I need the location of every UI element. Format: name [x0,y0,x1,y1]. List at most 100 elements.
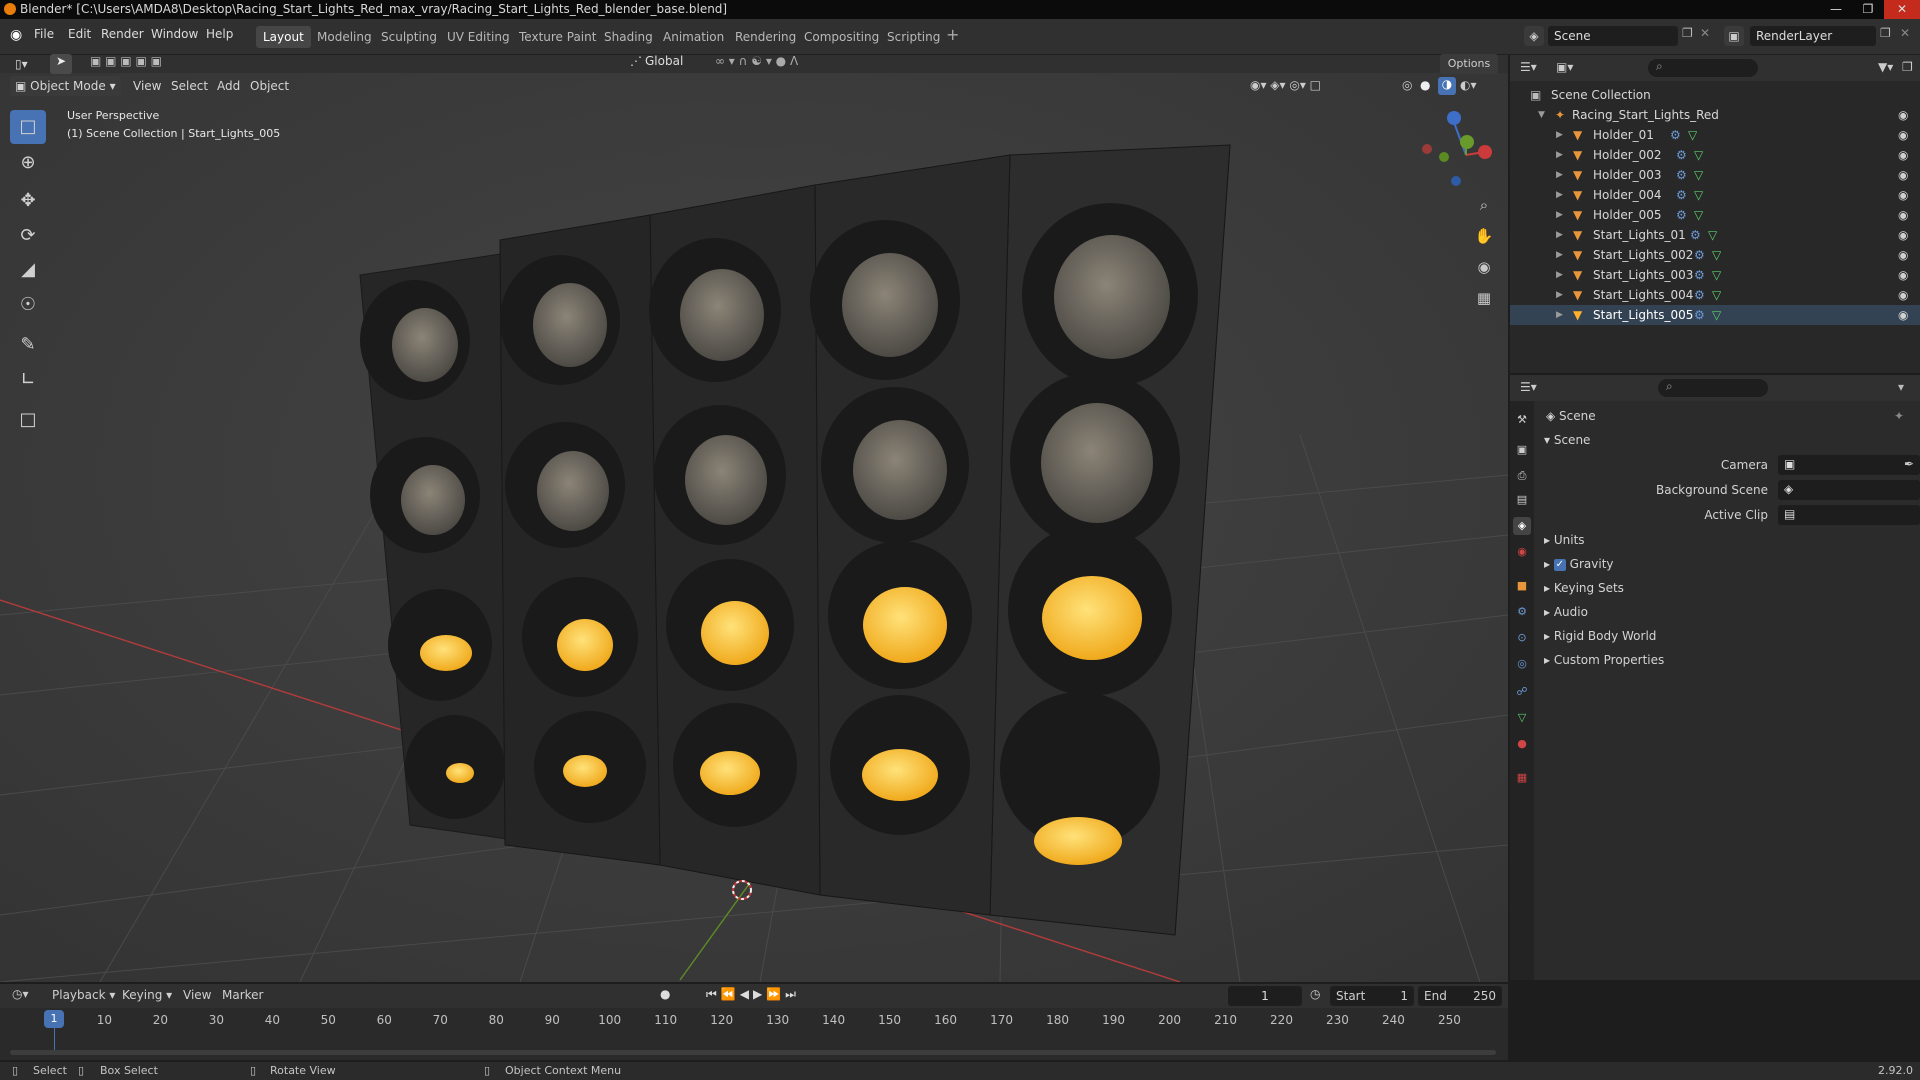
pin-icon[interactable]: ✦ [1894,409,1904,423]
chevron-down-icon[interactable]: ▾ [1898,380,1904,394]
data-tab-icon[interactable]: ▽ [1513,709,1531,727]
timeline-scrollbar[interactable] [10,1050,1496,1055]
close-icon[interactable]: ✕ [1884,0,1920,19]
expand-arrow-icon[interactable]: ▶ [1556,185,1563,205]
cursor-tool-icon[interactable]: ⊕ [10,146,46,180]
outliner-row-object[interactable]: ▶ ▼ Holder_004 ⚙ ▽ ◉ [1510,185,1920,205]
keying-sets-panel-header[interactable]: ▸ Keying Sets [1544,581,1624,595]
outliner-row-collection[interactable]: ▼ ✦ Racing_Start_Lights_Red ◉ [1510,105,1920,125]
scene-tab-icon[interactable]: ◈ [1513,517,1531,535]
new-collection-icon[interactable]: ❐ [1902,60,1913,74]
visibility-icons[interactable]: ◉▾ ◈▾ ◎▾ □ [1250,78,1321,92]
eye-icon[interactable]: ◉ [1898,265,1908,285]
background-scene-field[interactable]: ◈ [1778,480,1920,500]
shading-wireframe-icon[interactable]: ◎ [1402,78,1412,92]
camera-field[interactable]: ▣ ✒ [1778,455,1920,475]
move-tool-icon[interactable]: ✥ [10,184,46,218]
tab-animation[interactable]: Animation [656,26,731,48]
shading-solid-icon[interactable]: ● [1420,78,1430,92]
expand-arrow-icon[interactable]: ▶ [1556,145,1563,165]
editor-type-icon[interactable]: ▯▾ [10,54,33,74]
annotate-tool-icon[interactable]: ✎ [10,328,46,362]
menu-window[interactable]: Window [151,27,198,41]
output-tab-icon[interactable]: ⎙ [1513,467,1531,485]
outliner-row-object[interactable]: ▶ ▼ Start_Lights_002 ⚙ ▽ ◉ [1510,245,1920,265]
measure-tool-icon[interactable]: ∟ [10,363,46,397]
tab-sculpting[interactable]: Sculpting [374,26,444,48]
eye-icon[interactable]: ◉ [1898,245,1908,265]
menu-object[interactable]: Object [245,76,294,96]
outliner-row-scene-collection[interactable]: ▣ Scene Collection [1510,85,1920,105]
expand-arrow-icon[interactable]: ▼ [1538,105,1545,125]
ortho-grid-icon[interactable]: ▦ [1470,284,1498,312]
shading-rendered-icon[interactable]: ◐▾ [1460,78,1477,92]
modifier-tab-icon[interactable]: ⚙ [1513,603,1531,621]
physics-tab-icon[interactable]: ◎ [1513,655,1531,673]
properties-search-input[interactable]: ⌕ [1658,379,1768,397]
eye-icon[interactable]: ◉ [1898,205,1908,225]
expand-arrow-icon[interactable]: ▶ [1556,225,1563,245]
tab-texture-paint[interactable]: Texture Paint [512,26,603,48]
add-cube-tool-icon[interactable]: □ [10,403,46,437]
eye-icon[interactable]: ◉ [1898,145,1908,165]
object-tab-icon[interactable]: ■ [1513,577,1531,595]
camera-view-icon[interactable]: ◉ [1470,253,1498,281]
menu-file[interactable]: File [34,27,54,41]
tab-scripting[interactable]: Scripting [880,26,947,48]
menu-add[interactable]: Add [212,76,245,96]
rotate-tool-icon[interactable]: ⟳ [10,219,46,253]
scene-selector[interactable]: Scene [1548,26,1678,46]
expand-arrow-icon[interactable]: ▶ [1556,165,1563,185]
selection-mode-icons[interactable]: ▣ ▣ ▣ ▣ ▣ [90,54,162,68]
pivot-snap-icons[interactable]: ∞ ▾ ∩ ☯ ▾ ● Λ [715,54,798,68]
eye-icon[interactable]: ◉ [1898,165,1908,185]
menu-select[interactable]: Select [166,76,213,96]
tool-tab-icon[interactable]: ⚒ [1513,411,1531,429]
scene-panel-header[interactable]: ▾ Scene [1544,433,1590,447]
playhead[interactable]: 1 [44,1010,64,1028]
custom-properties-panel-header[interactable]: ▸ Custom Properties [1544,653,1664,667]
expand-arrow-icon[interactable]: ▶ [1556,125,1563,145]
outliner-row-object[interactable]: ▶ ▼ Start_Lights_003 ⚙ ▽ ◉ [1510,265,1920,285]
expand-arrow-icon[interactable]: ▶ [1556,285,1563,305]
render-layer-selector[interactable]: RenderLayer [1750,26,1876,46]
scale-tool-icon[interactable]: ◢ [10,253,46,287]
maximize-icon[interactable]: ❐ [1852,0,1884,19]
options-dropdown[interactable]: Options [1440,54,1498,74]
tab-modeling[interactable]: Modeling [310,26,379,48]
outliner-row-object[interactable]: ▶ ▼ Holder_002 ⚙ ▽ ◉ [1510,145,1920,165]
expand-arrow-icon[interactable]: ▶ [1556,265,1563,285]
tab-shading[interactable]: Shading [597,26,660,48]
eye-icon[interactable]: ◉ [1898,105,1908,125]
outliner-row-object[interactable]: ▶ ▼ Holder_003 ⚙ ▽ ◉ [1510,165,1920,185]
expand-arrow-icon[interactable]: ▶ [1556,205,1563,225]
delete-scene-icon[interactable]: ✕ [1700,26,1710,40]
expand-arrow-icon[interactable]: ▶ [1556,245,1563,265]
menu-view[interactable]: View [128,76,166,96]
eye-icon[interactable]: ◉ [1898,185,1908,205]
delete-layer-icon[interactable]: ✕ [1900,26,1910,40]
texture-tab-icon[interactable]: ▦ [1513,769,1531,787]
outliner-row-object-active[interactable]: ▶ ▼ Start_Lights_005 ⚙ ▽ ◉ [1510,305,1920,325]
tab-layout[interactable]: Layout [256,26,311,48]
render-tab-icon[interactable]: ▣ [1513,441,1531,459]
properties-editor-icon[interactable]: ☰▾ [1520,380,1537,394]
blender-menu-icon[interactable]: ◉ [10,27,22,43]
audio-panel-header[interactable]: ▸ Audio [1544,605,1588,619]
eye-icon[interactable]: ◉ [1898,225,1908,245]
minimize-icon[interactable]: — [1820,0,1852,19]
pan-hand-icon[interactable]: ✋ [1470,222,1498,250]
tab-uv-editing[interactable]: UV Editing [440,26,517,48]
shading-material-icon[interactable]: ◑ [1438,77,1456,95]
tab-rendering[interactable]: Rendering [728,26,803,48]
outliner-editor-icon[interactable]: ☰▾ [1520,60,1537,74]
timeline-ruler[interactable]: 10 20 30 40 50 60 70 80 90 100 110 120 130 140 150 160 1… [0,984,1508,1060]
tab-compositing[interactable]: Compositing [797,26,886,48]
constraints-tab-icon[interactable]: ☍ [1513,683,1531,701]
eyedropper-icon[interactable]: ✒ [1904,457,1914,471]
filter-icon[interactable]: ▼▾ [1878,60,1893,74]
world-tab-icon[interactable]: ◉ [1513,543,1531,561]
units-panel-header[interactable]: ▸ Units [1544,533,1585,547]
orientation-dropdown[interactable]: Global [645,54,683,68]
display-mode-icon[interactable]: ▣▾ [1556,60,1573,74]
